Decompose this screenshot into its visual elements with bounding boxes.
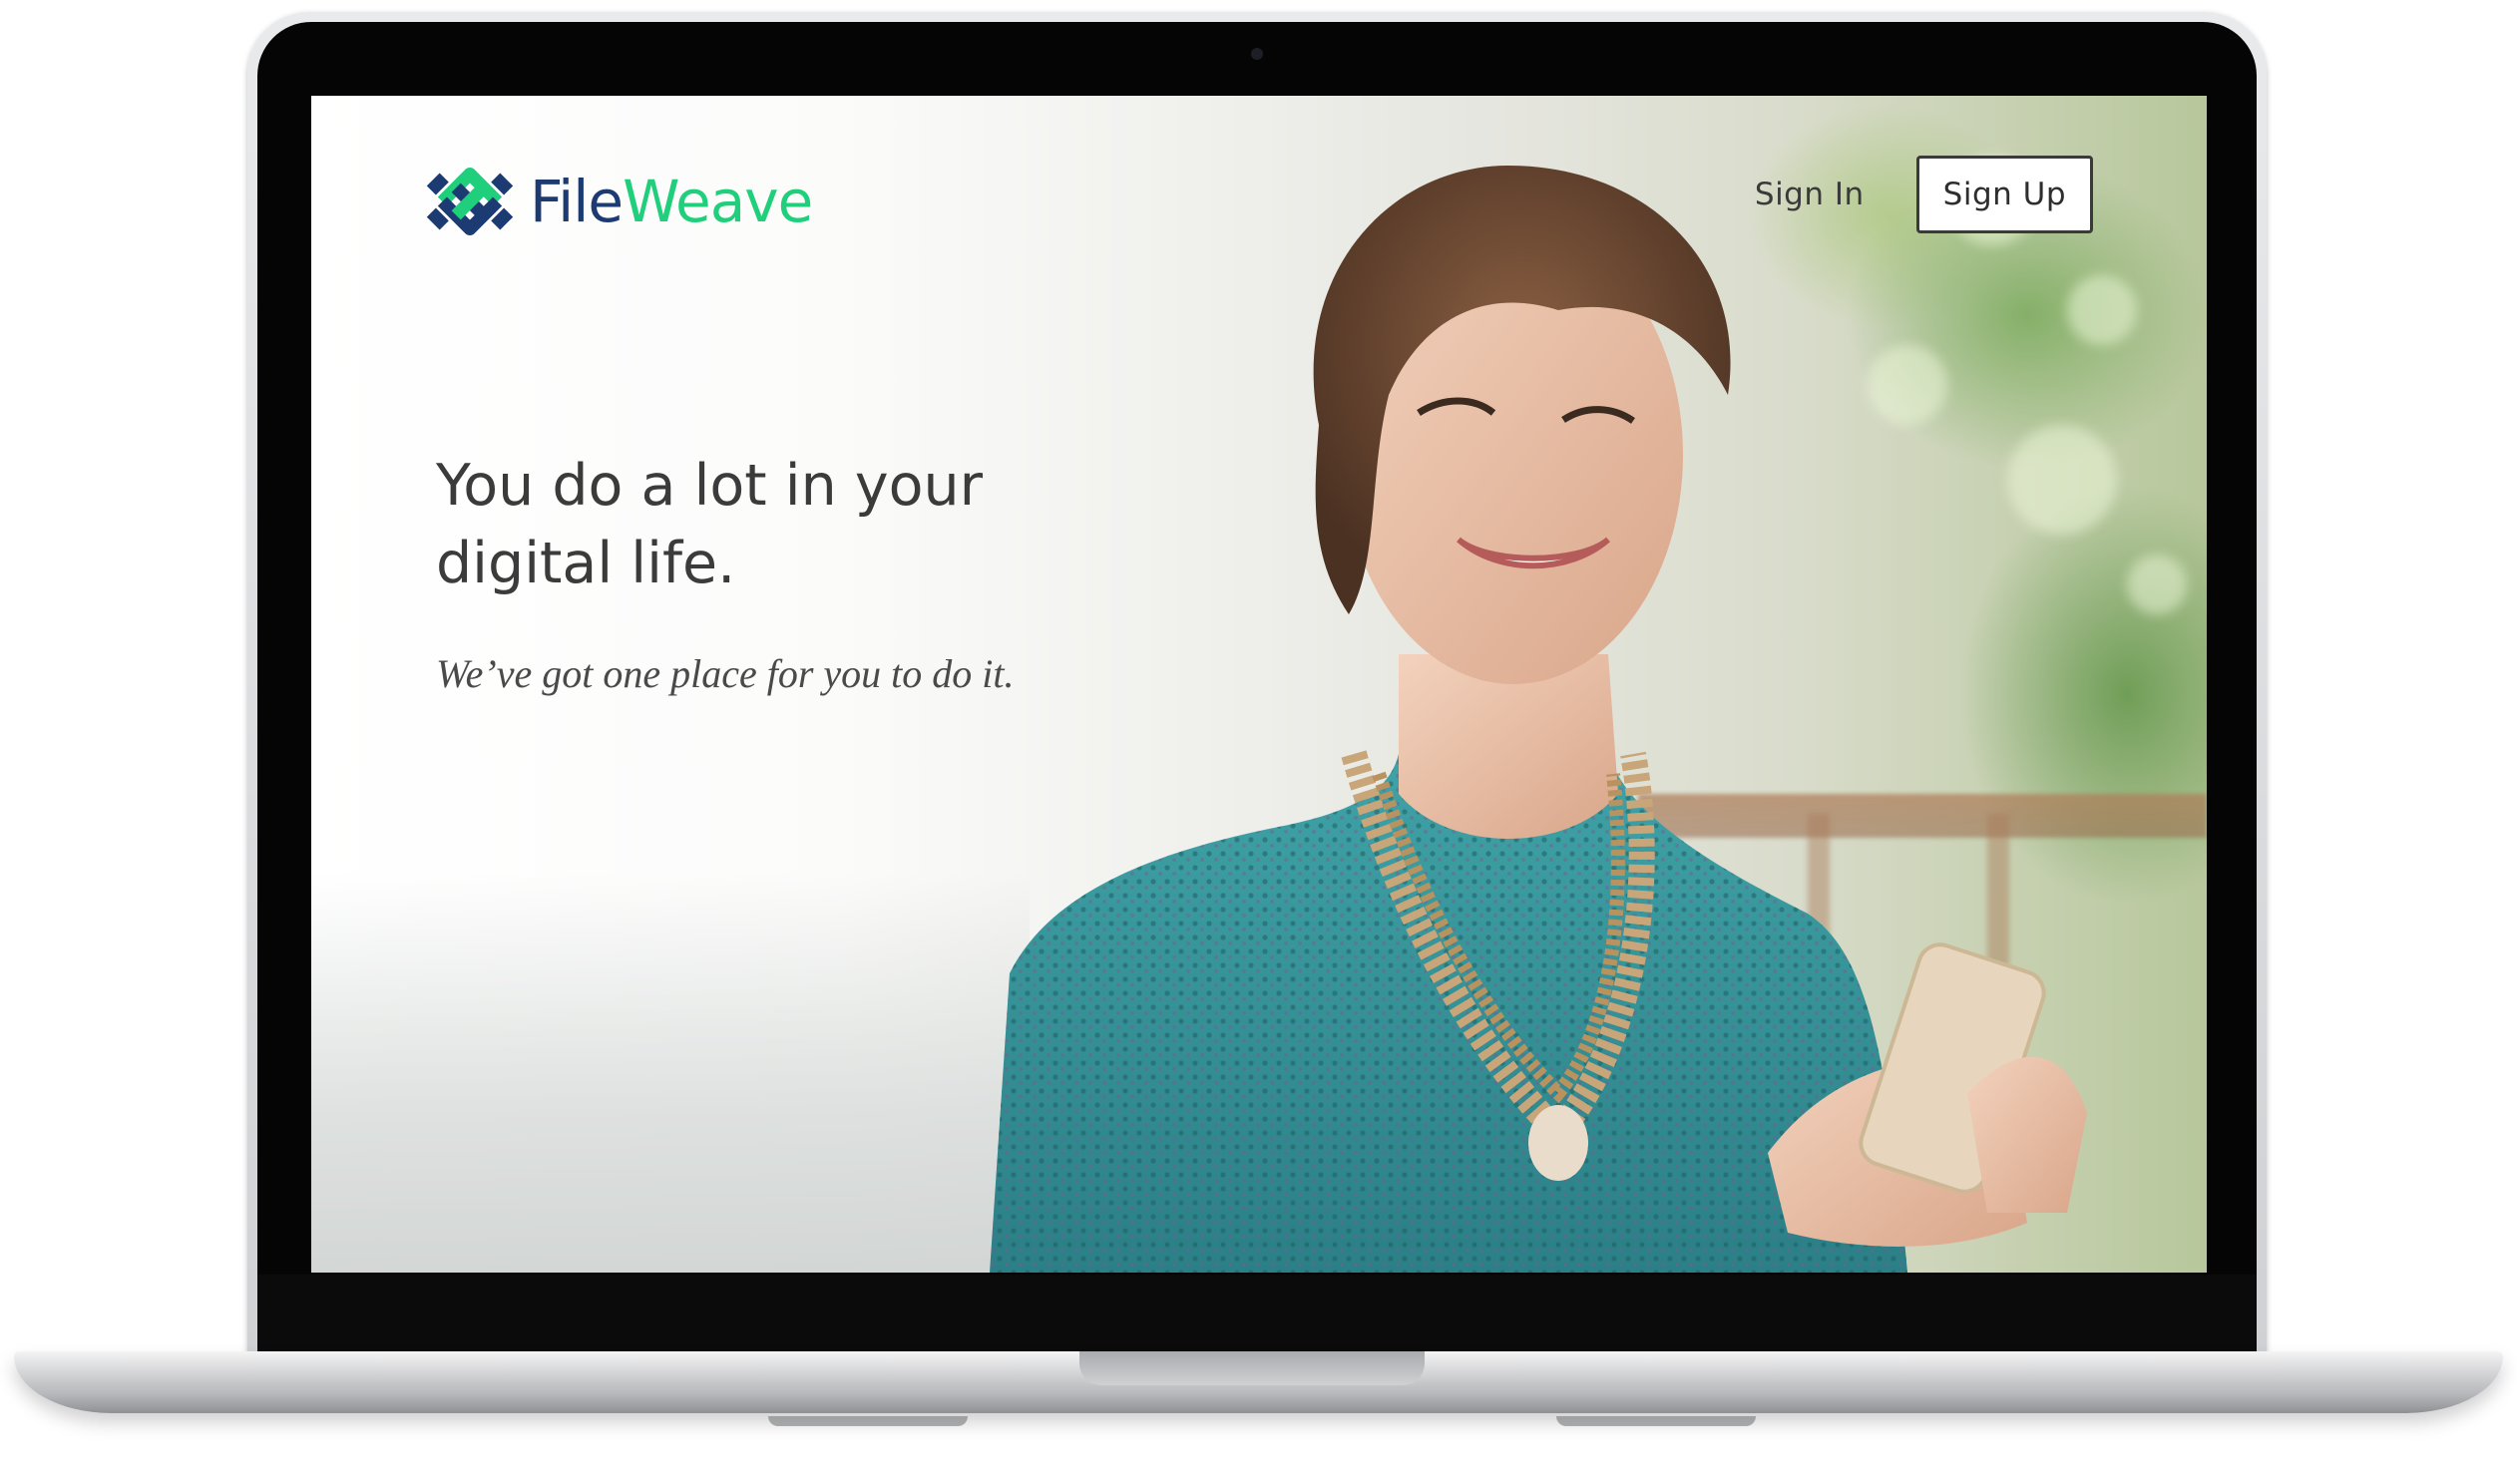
brand-name: FileWeave xyxy=(530,173,813,230)
laptop-foot xyxy=(768,1416,968,1426)
brand-name-part1: File xyxy=(530,168,624,235)
sign-in-link[interactable]: Sign In xyxy=(1755,177,1865,212)
sign-up-button[interactable]: Sign Up xyxy=(1915,156,2093,233)
fileweave-logo-icon xyxy=(426,167,514,236)
hero-headline: You do a lot in your digital life. xyxy=(436,453,984,596)
laptop-base-notch xyxy=(1079,1351,1425,1385)
laptop-bezel-chin xyxy=(257,1275,2257,1354)
laptop-mockup-stage: FileWeave Sign In Sign Up You do a lot i… xyxy=(0,0,2517,1484)
laptop-foot xyxy=(1556,1416,1756,1426)
brand-name-part2: Weave xyxy=(623,168,813,235)
browser-viewport: FileWeave Sign In Sign Up You do a lot i… xyxy=(311,96,2207,1273)
brand-logo[interactable]: FileWeave xyxy=(424,156,813,247)
top-nav: Sign In Sign Up xyxy=(1755,156,2093,233)
camera-icon xyxy=(1251,48,1263,60)
hero-subline: We’ve got one place for you to do it. xyxy=(436,651,1015,696)
